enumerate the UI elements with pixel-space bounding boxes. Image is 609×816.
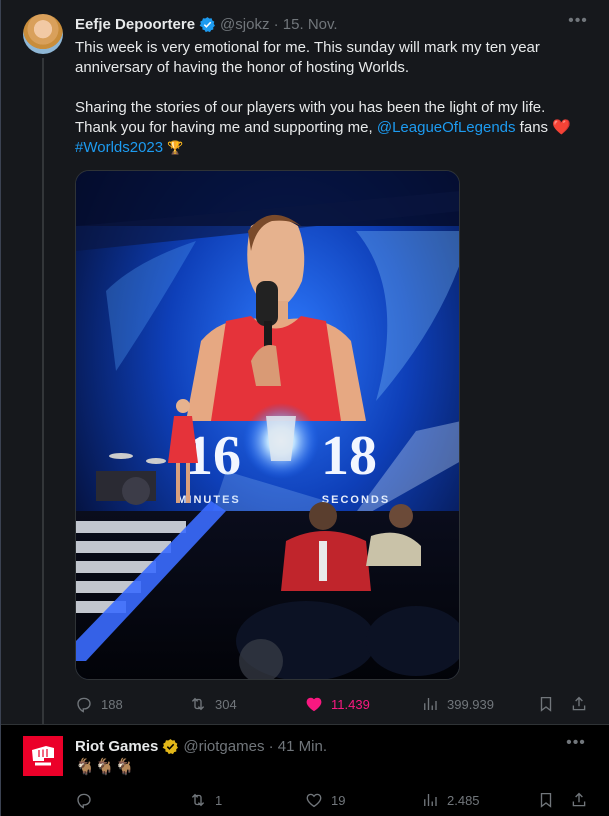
countdown-seconds: 18 (321, 425, 377, 487)
reply-header: Riot Games @riotgames · 41 Min. (75, 736, 327, 756)
reply-handle[interactable]: @riotgames (183, 738, 264, 755)
bookmark-icon (540, 696, 552, 712)
trophy-emoji: 🏆 (167, 140, 184, 155)
thread-connector-line (42, 58, 44, 734)
views-icon (424, 794, 437, 806)
reply-button[interactable]: 188 (75, 694, 123, 714)
tweet-header: Eefje Depoortere @sjokz · 15. Nov. (75, 14, 338, 34)
reply-actions: 1 19 2.485 (75, 790, 590, 810)
tweet-text: This week is very emotional for me. This… (75, 38, 590, 158)
tweet-paragraph-1: This week is very emotional for me. This… (75, 39, 540, 76)
reply-count: 188 (101, 696, 123, 712)
tweet-actions: 188 304 11.439 399.939 (75, 694, 590, 714)
author-name[interactable]: Eefje Depoortere (75, 16, 195, 33)
heart-emoji: ❤️ (552, 119, 571, 136)
reply-like-count: 19 (331, 792, 346, 808)
more-icon[interactable]: ••• (568, 13, 588, 34)
verified-badge-icon (199, 16, 215, 32)
reply-icon (77, 793, 91, 809)
views-button[interactable]: 399.939 (421, 694, 494, 714)
repost-icon (191, 793, 205, 807)
like-count: 11.439 (331, 696, 370, 712)
reply-icon (77, 697, 91, 713)
views-count: 399.939 (447, 696, 494, 712)
reply-share-button[interactable] (570, 790, 588, 810)
reply-more-icon[interactable]: ••• (566, 735, 586, 756)
reply-repost-button[interactable]: 1 (189, 790, 222, 810)
tweet-paragraph-2: Sharing the stories of our players with … (75, 98, 590, 158)
verified-gold-badge-icon (162, 738, 179, 754)
like-icon (306, 697, 322, 712)
bookmark-icon (540, 792, 552, 808)
share-icon (572, 696, 586, 711)
reply-views-button[interactable]: 2.485 (421, 790, 480, 810)
repost-icon (191, 697, 205, 711)
like-icon (306, 793, 322, 808)
tweet-main[interactable]: Eefje Depoortere @sjokz · 15. Nov. ••• T… (1, 0, 609, 734)
riot-games-avatar[interactable] (23, 736, 63, 776)
repost-button[interactable]: 304 (189, 694, 237, 714)
bookmark-button[interactable] (537, 694, 555, 714)
reply-bookmark-button[interactable] (537, 790, 555, 810)
avatar[interactable] (23, 14, 63, 54)
separator-dot: · (264, 737, 278, 755)
author-handle[interactable]: @sjokz (220, 16, 269, 33)
reply-text: 🐐🐐🐐 (75, 759, 135, 776)
paragraph-2-suffix: fans (515, 119, 553, 136)
mention-link[interactable]: @LeagueOfLegends (377, 119, 516, 136)
riot-fist-icon (32, 746, 54, 766)
timeline-frame: Eefje Depoortere @sjokz · 15. Nov. ••• T… (0, 0, 609, 816)
reply-reply-button[interactable] (75, 790, 101, 810)
stage-photo-illustration: 16 18 MINUTES SECONDS (76, 171, 459, 679)
post-date[interactable]: 15. Nov. (283, 16, 338, 33)
share-icon (572, 792, 586, 807)
hashtag-link[interactable]: #Worlds2023 (75, 139, 163, 156)
like-button[interactable]: 11.439 (305, 694, 370, 714)
share-button[interactable] (570, 694, 588, 714)
reply-repost-count: 1 (215, 792, 223, 808)
separator-dot: · (269, 15, 283, 33)
reply-author-name[interactable]: Riot Games (75, 738, 158, 755)
repost-count: 304 (215, 696, 237, 712)
reply-like-button[interactable]: 19 (305, 790, 345, 810)
reply-time[interactable]: 41 Min. (278, 738, 327, 755)
tweet-photo[interactable]: 16 18 MINUTES SECONDS (75, 170, 460, 680)
views-icon (424, 698, 437, 710)
reply-views-count: 2.485 (447, 792, 480, 808)
